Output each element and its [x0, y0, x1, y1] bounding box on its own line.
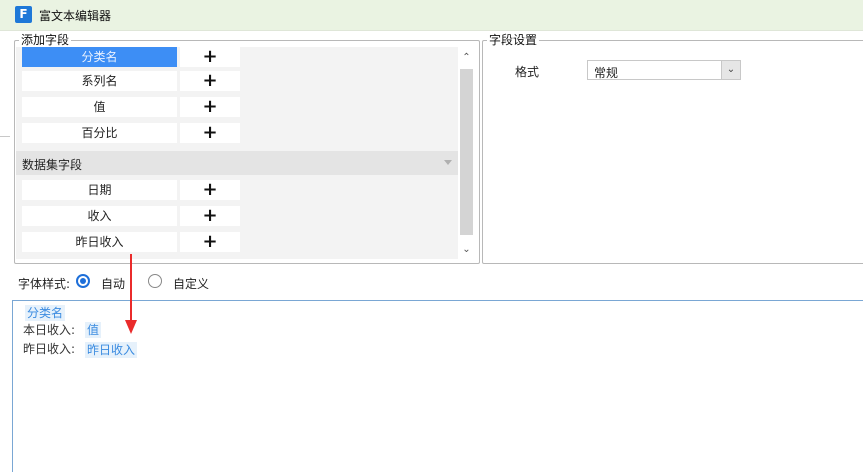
- editor-text-today-income: 本日收入:: [23, 323, 76, 337]
- add-field-button[interactable]: +: [180, 206, 240, 226]
- window-title: 富文本编辑器: [39, 9, 112, 23]
- radio-auto-label[interactable]: 自动: [101, 275, 125, 292]
- scroll-up-icon[interactable]: ⌃: [458, 51, 475, 65]
- field-item-value[interactable]: 值: [22, 97, 177, 117]
- chevron-down-icon[interactable]: ⌄: [721, 61, 740, 79]
- format-selected-value: 常规: [594, 66, 619, 80]
- field-item-yesterday-income[interactable]: 昨日收入: [22, 232, 177, 252]
- font-style-label: 字体样式:: [18, 277, 71, 291]
- format-select[interactable]: 常规 ⌄: [587, 60, 741, 80]
- field-settings-legend: 字段设置: [487, 33, 540, 47]
- dataset-section-title: 数据集字段: [22, 158, 83, 172]
- add-field-button[interactable]: +: [180, 97, 240, 117]
- field-item-series-name[interactable]: 系列名: [22, 71, 177, 91]
- annotation-arrow-line: [130, 254, 132, 322]
- format-label: 格式: [515, 65, 540, 79]
- divider: [0, 136, 10, 137]
- app-logo-icon: F: [15, 6, 32, 23]
- radio-auto[interactable]: [76, 274, 90, 288]
- editor-text-yesterday-income: 昨日收入:: [23, 342, 76, 356]
- add-field-button[interactable]: +: [180, 180, 240, 200]
- annotation-arrow-icon: [125, 320, 137, 334]
- field-chip-yesterday-income[interactable]: 昨日收入: [85, 342, 138, 358]
- field-item-date[interactable]: 日期: [22, 180, 177, 200]
- field-item-percentage[interactable]: 百分比: [22, 123, 177, 143]
- field-item-category-name[interactable]: 分类名: [22, 47, 177, 67]
- add-field-button[interactable]: +: [180, 71, 240, 91]
- add-fields-legend: 添加字段: [19, 33, 72, 47]
- chevron-down-icon[interactable]: [444, 160, 452, 165]
- radio-custom[interactable]: [148, 274, 162, 288]
- radio-custom-label[interactable]: 自定义: [173, 275, 209, 292]
- add-field-button[interactable]: +: [180, 123, 240, 143]
- add-field-button[interactable]: +: [180, 232, 240, 252]
- field-chip-category-name[interactable]: 分类名: [25, 305, 66, 321]
- field-list: 分类名 + 系列名 + 值 + 百分比 + 数据集字段 日期 + 收入 + 昨日…: [16, 47, 458, 259]
- field-list-scrollbar[interactable]: ⌃ ⌄: [458, 47, 475, 259]
- dataset-section-header[interactable]: 数据集字段: [16, 151, 458, 175]
- scroll-thumb[interactable]: [460, 69, 473, 235]
- field-chip-value[interactable]: 值: [85, 322, 102, 338]
- field-item-income[interactable]: 收入: [22, 206, 177, 226]
- scroll-down-icon[interactable]: ⌄: [458, 243, 475, 257]
- rich-text-editor[interactable]: 分类名 本日收入: 值 昨日收入: 昨日收入: [12, 300, 863, 472]
- title-bar: F 富文本编辑器: [0, 0, 863, 31]
- add-field-button[interactable]: +: [180, 47, 240, 67]
